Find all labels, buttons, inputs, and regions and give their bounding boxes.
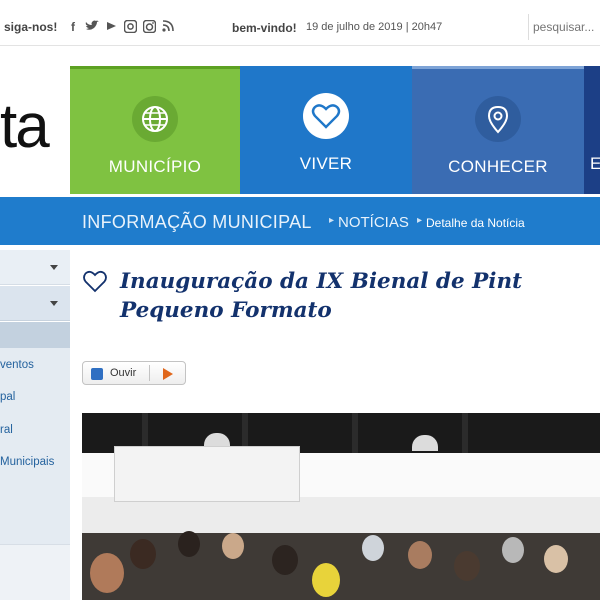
sidebar-link-list: ventos pal ral Municipais xyxy=(0,348,70,544)
photo-person xyxy=(502,537,524,563)
breadcrumb-separator: ▸ xyxy=(329,215,335,226)
listen-button[interactable]: Ouvir xyxy=(82,361,186,385)
search-input[interactable] xyxy=(528,14,600,40)
photo-beam xyxy=(462,413,468,453)
sidebar-link[interactable]: ventos xyxy=(0,359,34,371)
article-title-line: Pequeno Formato xyxy=(120,298,332,323)
sidebar-footer xyxy=(0,544,70,600)
photo-person xyxy=(544,545,568,573)
sidebar-dropdown-2[interactable] xyxy=(0,286,70,321)
youtube-icon[interactable] xyxy=(104,20,118,34)
photo-person xyxy=(130,539,156,569)
photo-projection-screen xyxy=(114,446,300,502)
heart-icon xyxy=(303,93,349,139)
instagram-icon[interactable] xyxy=(142,19,156,34)
speaker-icon xyxy=(91,368,103,380)
photo-lamp xyxy=(412,435,438,451)
location-pin-icon xyxy=(475,96,521,142)
breadcrumb-noticias[interactable]: NOTÍCIAS xyxy=(338,214,409,231)
sidebar-link[interactable]: ral xyxy=(0,424,13,436)
photo-person xyxy=(90,553,124,593)
article-title: Inauguração da IX Bienal de Pint Pequeno… xyxy=(120,267,522,325)
caret-down-icon xyxy=(50,265,58,270)
nav-tile-viver[interactable]: VIVER xyxy=(240,66,412,194)
nav-tile-label: VIVER xyxy=(299,154,353,173)
breadcrumb-current: Detalhe da Notícia xyxy=(426,216,525,230)
breadcrumb-informacao-municipal[interactable]: INFORMAÇÃO MUNICIPAL xyxy=(82,212,312,233)
rss-icon[interactable] xyxy=(161,20,175,34)
twitter-icon[interactable] xyxy=(85,20,99,34)
article-photo xyxy=(82,413,600,600)
photo-person xyxy=(312,563,340,597)
social-links: f xyxy=(66,19,175,34)
site-logo[interactable]: ta xyxy=(0,96,50,158)
favorite-heart-icon[interactable] xyxy=(82,268,108,294)
article-title-line: Inauguração da IX Bienal de Pint xyxy=(120,269,523,294)
sidebar-link[interactable]: pal xyxy=(0,391,15,403)
breadcrumb-separator: ▸ xyxy=(417,215,423,226)
photo-person xyxy=(272,545,298,575)
sidebar-dropdown-1[interactable] xyxy=(0,250,70,285)
photo-person xyxy=(222,533,244,559)
listen-label: Ouvir xyxy=(110,367,137,379)
sidebar-link[interactable]: Municipais xyxy=(0,456,54,468)
nav-tile-label: MUNICÍPIO xyxy=(108,157,202,176)
photo-person xyxy=(362,535,384,561)
photo-beam xyxy=(352,413,358,453)
facebook-icon[interactable]: f xyxy=(66,20,80,34)
nav-tile-label: CONHECER xyxy=(448,157,548,176)
nav-tile-municipio[interactable]: MUNICÍPIO xyxy=(70,66,240,194)
flickr-icon[interactable] xyxy=(123,19,137,34)
photo-person xyxy=(408,541,432,569)
divider xyxy=(149,365,150,381)
welcome-text: bem-vindo! xyxy=(232,21,297,35)
globe-icon xyxy=(132,96,178,142)
caret-down-icon xyxy=(50,301,58,306)
nav-tile-label: E xyxy=(590,154,600,173)
nav-tile-partial[interactable]: E xyxy=(584,66,600,194)
current-date: 19 de julho de 2019 | 20h47 xyxy=(306,21,443,33)
sidebar-section-active xyxy=(0,322,70,348)
nav-tile-conhecer[interactable]: CONHECER xyxy=(412,66,584,194)
top-bar: siga-nos! f bem-vindo! 19 de julho de 20… xyxy=(0,0,600,46)
photo-person xyxy=(454,551,480,581)
follow-us-label: siga-nos! xyxy=(4,20,58,34)
play-icon xyxy=(163,368,173,380)
photo-person xyxy=(178,531,200,557)
